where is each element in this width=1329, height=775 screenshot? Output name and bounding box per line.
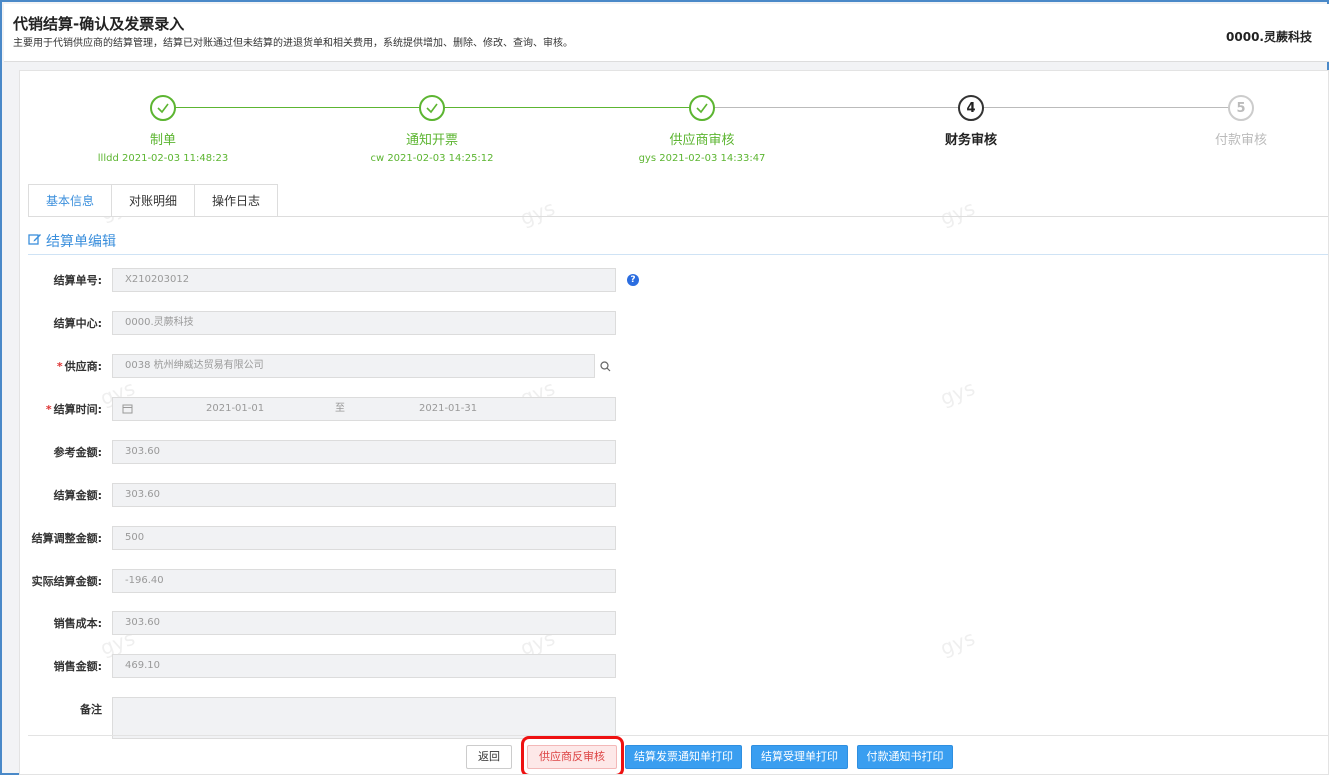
payment-notice-print-button[interactable]: 付款通知书打印 <box>857 745 953 769</box>
field-label: 结算单号: <box>53 274 102 287</box>
help-icon[interactable]: ? <box>627 274 639 286</box>
step-number: 4 <box>958 95 984 121</box>
field-adjust-amount: 结算调整金额: 500 <box>20 526 660 550</box>
check-icon <box>419 95 445 121</box>
check-icon <box>150 95 176 121</box>
step-meta: cw 2021-02-03 14:25:12 <box>370 153 494 164</box>
step-label: 通知开票 <box>405 133 458 148</box>
field-label-text: 结算时间: <box>53 403 102 416</box>
sales-cost-input[interactable]: 303.60 <box>112 611 616 635</box>
edit-icon <box>28 232 42 250</box>
tab-operation-log[interactable]: 操作日志 <box>194 184 279 217</box>
step-label: 财务审核 <box>944 133 997 148</box>
step-payment-review: 5 付款审核 <box>1131 95 1328 148</box>
settle-time-range-input[interactable]: 2021-01-01 至 2021-01-31 <box>112 397 616 421</box>
step-number: 5 <box>1228 95 1254 121</box>
step-meta: gys 2021-02-03 14:33:47 <box>638 153 766 164</box>
field-sales-cost: 销售成本: 303.60 <box>20 611 660 635</box>
field-actual-amount: 实际结算金额: -196.40 <box>20 569 660 593</box>
tab-reconcile-detail[interactable]: 对账明细 <box>111 184 195 217</box>
back-button[interactable]: 返回 <box>466 745 512 769</box>
field-label: 结算中心: <box>53 317 102 330</box>
required-mark: * <box>45 403 52 416</box>
page-title: 代销结算-确认及发票录入 <box>13 15 185 33</box>
field-sales-amount: 销售金额: 469.10 <box>20 654 660 678</box>
step-label: 付款审核 <box>1214 133 1267 148</box>
settle-center-input[interactable]: 0000.灵蕨科技 <box>112 311 616 335</box>
remark-textarea[interactable] <box>112 697 616 739</box>
step-meta: llldd 2021-02-03 11:48:23 <box>97 153 229 164</box>
step-notify-invoice: 通知开票 cw 2021-02-03 14:25:12 <box>322 95 542 164</box>
field-label: 结算金额: <box>53 489 102 502</box>
field-label: 备注 <box>80 703 102 716</box>
invoice-notice-print-button[interactable]: 结算发票通知单打印 <box>625 745 742 769</box>
field-label: 销售金额: <box>53 660 102 673</box>
sales-amount-input[interactable]: 469.10 <box>112 654 616 678</box>
window-frame: 代销结算-确认及发票录入 主要用于代销供应商的结算管理，结算已对账通过但未结算的… <box>0 0 1329 775</box>
step-supplier-review: 供应商审核 gys 2021-02-03 14:33:47 <box>592 95 812 164</box>
date-start: 2021-01-01 <box>206 403 265 414</box>
tabs-divider <box>28 216 1328 217</box>
search-icon[interactable] <box>594 354 616 378</box>
field-settle-amount: 结算金额: 303.60 <box>20 483 660 507</box>
section-divider <box>28 254 1328 255</box>
page-subtitle: 主要用于代销供应商的结算管理，结算已对账通过但未结算的进退货单和相关费用，系统提… <box>13 38 573 49</box>
step-label: 制单 <box>149 133 176 148</box>
main-panel: gys gys gys gys gys gys gys gys gys 制单 l… <box>19 70 1329 775</box>
field-label: 结算调整金额: <box>31 532 102 545</box>
watermark: gys <box>936 625 979 661</box>
date-end: 2021-01-31 <box>419 403 478 414</box>
tab-bar: 基本信息 对账明细 操作日志 <box>28 184 279 217</box>
supplier-input[interactable]: 0038 杭州绅威达贸易有限公司 <box>112 354 616 378</box>
field-label: 销售成本: <box>53 617 102 630</box>
page-header: 代销结算-确认及发票录入 主要用于代销供应商的结算管理，结算已对账通过但未结算的… <box>4 4 1329 62</box>
field-supplier: * 供应商: 0038 杭州绅威达贸易有限公司 <box>20 354 660 378</box>
step-label: 供应商审核 <box>669 133 735 148</box>
field-settle-no: 结算单号: X210203012 ? <box>20 268 660 292</box>
ref-amount-input[interactable]: 303.60 <box>112 440 616 464</box>
field-label-text: 供应商: <box>64 360 102 373</box>
date-separator: 至 <box>335 403 345 414</box>
step-finance-review: 4 财务审核 <box>861 95 1081 148</box>
field-settle-time: * 结算时间: 2021-01-01 至 2021-01-31 <box>20 397 660 421</box>
required-mark: * <box>56 360 63 373</box>
settle-amount-input[interactable]: 303.60 <box>112 483 616 507</box>
field-label: 参考金额: <box>53 446 102 459</box>
step-create: 制单 llldd 2021-02-03 11:48:23 <box>53 95 273 164</box>
settle-no-input[interactable]: X210203012 <box>112 268 616 292</box>
field-label: * 供应商: <box>20 358 102 374</box>
highlight-outline <box>521 736 624 774</box>
progress-steps: 制单 llldd 2021-02-03 11:48:23 通知开票 cw 202… <box>20 71 1328 181</box>
tab-basic-info[interactable]: 基本信息 <box>28 184 112 217</box>
field-ref-amount: 参考金额: 303.60 <box>20 440 660 464</box>
adjust-amount-input[interactable]: 500 <box>112 526 616 550</box>
field-label: * 结算时间: <box>20 401 102 417</box>
acceptance-print-button[interactable]: 结算受理单打印 <box>751 745 848 769</box>
field-label: 实际结算金额: <box>31 575 102 588</box>
watermark: gys <box>936 195 979 231</box>
field-remark: 备注 <box>20 697 660 739</box>
calendar-icon <box>122 398 133 420</box>
watermark: gys <box>516 195 559 231</box>
check-icon <box>689 95 715 121</box>
watermark: gys <box>936 375 979 411</box>
company-name: 0000.灵蕨科技 <box>1226 30 1312 44</box>
section-header: 结算单编辑 <box>28 231 116 251</box>
actual-amount-input[interactable]: -196.40 <box>112 569 616 593</box>
field-settle-center: 结算中心: 0000.灵蕨科技 <box>20 311 660 335</box>
footer-divider <box>28 735 1328 736</box>
section-title: 结算单编辑 <box>46 234 116 250</box>
